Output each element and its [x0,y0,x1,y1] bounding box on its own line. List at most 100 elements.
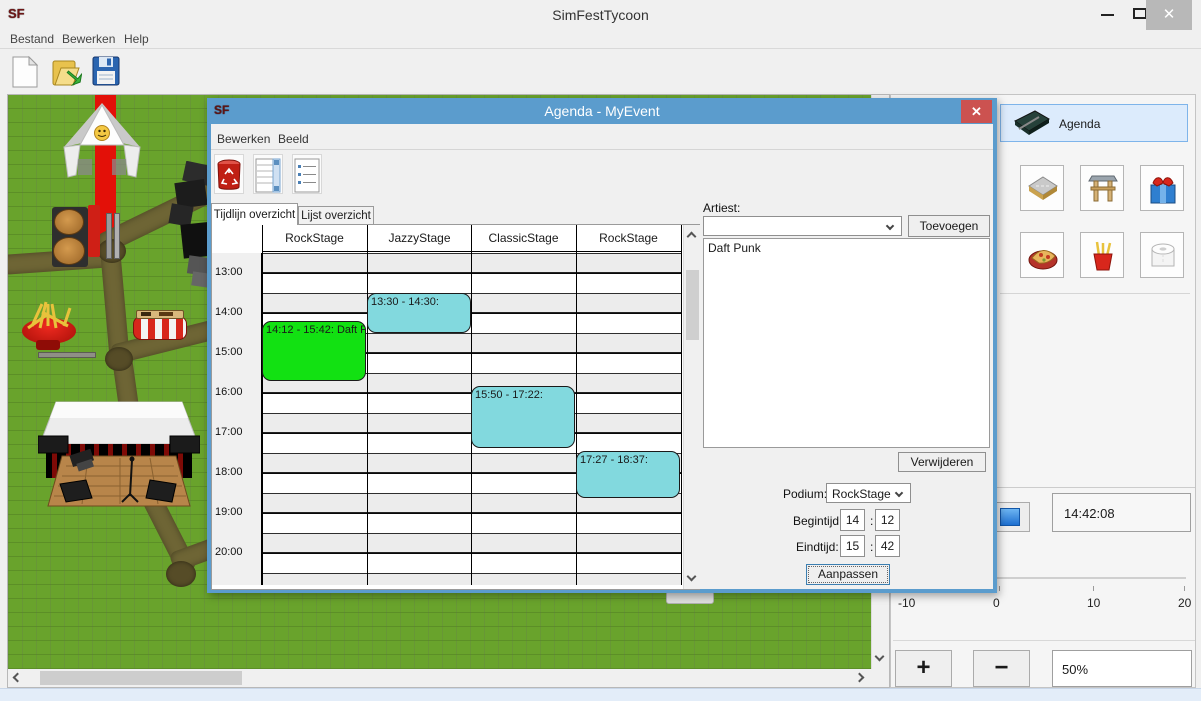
time-label: 15:00 [215,346,243,358]
new-file-button[interactable] [12,56,38,88]
entrance-tent[interactable] [52,101,152,185]
agenda-event[interactable]: 14:12 - 15:42: Daft Punk [262,321,366,381]
shop-pizza-button[interactable] [1020,232,1064,278]
dialog-menubar: Bewerken Beeld [211,129,993,150]
scroll-down-icon[interactable] [687,572,697,582]
shop-road-button[interactable] [1020,165,1064,211]
close-icon: ✕ [1163,6,1176,23]
road-tile-icon [1027,173,1059,205]
chevron-down-icon [886,222,894,230]
dialog-menu-beeld[interactable]: Beeld [278,132,309,146]
shop-gift-button[interactable] [1140,165,1184,211]
map-horizontal-scrollbar[interactable] [8,669,871,687]
tab-lijst-overzicht[interactable]: Lijst overzicht [298,206,374,225]
grid-scrollbar[interactable] [683,225,700,589]
artist-combobox[interactable] [703,216,902,236]
scroll-up-icon[interactable] [687,232,697,242]
slider-tick-label: 10 [1087,596,1100,610]
scroll-down-icon[interactable] [875,652,885,662]
window-title: SimFestTycoon [0,7,1201,23]
timeline-view-button[interactable] [253,154,283,194]
agenda-event[interactable]: 17:27 - 18:37: [576,451,680,498]
column-header: JazzyStage [367,225,472,252]
dialog-menu-bewerken[interactable]: Bewerken [217,132,270,146]
zoom-level-field[interactable]: 50% [1052,650,1192,687]
fries-stand[interactable] [18,300,82,360]
podium-value: RockStage [832,487,891,501]
slider-tick-label: 0 [993,596,1000,610]
dialog-title: Agenda - MyEvent [207,103,997,119]
end-time-label: Eindtijd: [796,540,839,554]
save-button[interactable] [92,56,120,86]
dialog-close-button[interactable]: ✕ [961,100,992,123]
podium-combobox[interactable]: RockStage [826,483,911,503]
zoom-level-value: 50% [1062,662,1088,677]
timeline-view-icon [254,157,282,195]
timeline-grid[interactable]: RockStageJazzyStageClassicStageRockStage… [211,224,700,590]
minimize-icon [1101,14,1114,16]
start-hour-field[interactable]: 14 [840,509,865,531]
maximize-icon [1133,8,1147,19]
minimize-button[interactable] [1093,0,1123,30]
window-titlebar: SF SimFestTycoon ✕ [0,0,1201,30]
list-view-button[interactable] [292,154,322,194]
save-floppy-icon [92,56,120,86]
artist-list-item[interactable]: Daft Punk [704,239,989,257]
scroll-left-icon[interactable] [13,673,23,683]
grid-scrollbar-thumb[interactable] [686,270,699,340]
agenda-event[interactable]: 13:30 - 14:30: [367,293,471,333]
shop-toilet-paper-button[interactable] [1140,232,1184,278]
tab-tijdlijn-overzicht[interactable]: Tijdlijn overzicht [211,203,298,225]
open-file-button[interactable] [52,56,82,88]
dialog-titlebar[interactable]: SF Agenda - MyEvent ✕ [207,98,997,124]
time-label: 13:00 [215,266,243,278]
striped-stand[interactable] [133,308,187,340]
shop-fries-button[interactable] [1080,232,1124,278]
fries-icon [18,300,82,334]
apply-button[interactable]: Aanpassen [806,564,890,585]
column-header: RockStage [262,225,367,252]
remove-button[interactable]: Verwijderen [898,452,986,472]
slider-tick-label: -10 [898,596,915,610]
gift-icon [1147,173,1179,205]
slider-tick [1093,586,1094,591]
agenda-dialog: SF Agenda - MyEvent ✕ Bewerken Beeld [207,98,997,593]
slider-tick [1184,586,1185,591]
menu-bestand[interactable]: Bestand [10,32,54,46]
play-speed-icon [1000,508,1020,526]
agenda-event[interactable]: 15:50 - 17:22: [471,386,575,447]
close-button[interactable]: ✕ [1146,0,1192,30]
agenda-book-icon [1009,107,1053,141]
delete-event-button[interactable] [214,154,244,194]
agenda-button[interactable]: Agenda [1000,104,1188,142]
main-menubar: Bestand Bewerken Help [0,30,1201,49]
main-stage[interactable] [38,400,200,514]
agenda-button-label: Agenda [1059,117,1100,131]
start-time-label: Begintijd: [793,514,842,528]
podium-label: Podium: [783,487,827,501]
grid-vline [681,225,682,585]
zoom-in-button[interactable]: + [895,650,952,687]
start-minute-field[interactable]: 12 [875,509,900,531]
scroll-right-icon[interactable] [855,673,865,683]
zoom-out-button[interactable]: − [973,650,1030,687]
artist-listbox[interactable]: Daft Punk [703,238,990,448]
new-file-icon [12,56,38,88]
time-colon: : [870,514,873,528]
add-artist-button[interactable]: Toevoegen [908,215,990,237]
menu-help[interactable]: Help [124,32,149,46]
scrollbar-thumb[interactable] [40,671,242,685]
shop-stage-button[interactable] [1080,165,1124,211]
end-minute-field[interactable]: 42 [875,535,900,557]
time-label: 19:00 [215,506,243,518]
burger-stand[interactable] [48,205,120,271]
column-header: RockStage [576,225,681,252]
delete-trash-icon [215,157,243,195]
chevron-down-icon [895,489,903,497]
zoom-separator [893,640,1195,641]
time-gutter [212,253,262,585]
end-hour-field[interactable]: 15 [840,535,865,557]
time-label: 17:00 [215,426,243,438]
menu-bewerken[interactable]: Bewerken [62,32,115,46]
clock-time: 14:42:08 [1064,506,1115,521]
